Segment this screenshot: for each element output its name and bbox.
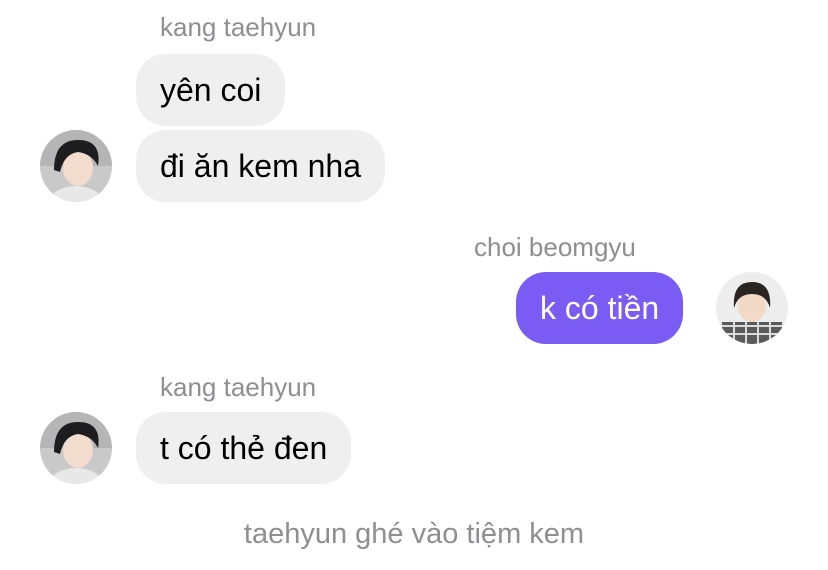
message-bubble-outgoing[interactable]: k có tiền <box>516 272 684 344</box>
system-note: taehyun ghé vào tiệm kem <box>243 518 585 550</box>
message-bubble-incoming[interactable]: yên coi <box>136 54 286 126</box>
avatar-photo-taehyun <box>40 130 112 202</box>
sender-name-taehyun: kang taehyun <box>160 372 317 402</box>
avatar-taehyun[interactable] <box>40 412 112 484</box>
message-bubble-incoming[interactable]: t có thẻ đen <box>136 412 352 484</box>
sender-name-taehyun: kang taehyun <box>160 12 317 42</box>
message-bubble-incoming[interactable]: đi ăn kem nha <box>136 130 386 202</box>
avatar-taehyun[interactable] <box>40 130 112 202</box>
avatar-photo-beomgyu <box>716 272 788 344</box>
avatar-beomgyu[interactable] <box>716 272 788 344</box>
avatar-photo-taehyun <box>40 412 112 484</box>
sender-name-beomgyu: choi beomgyu <box>474 232 636 262</box>
